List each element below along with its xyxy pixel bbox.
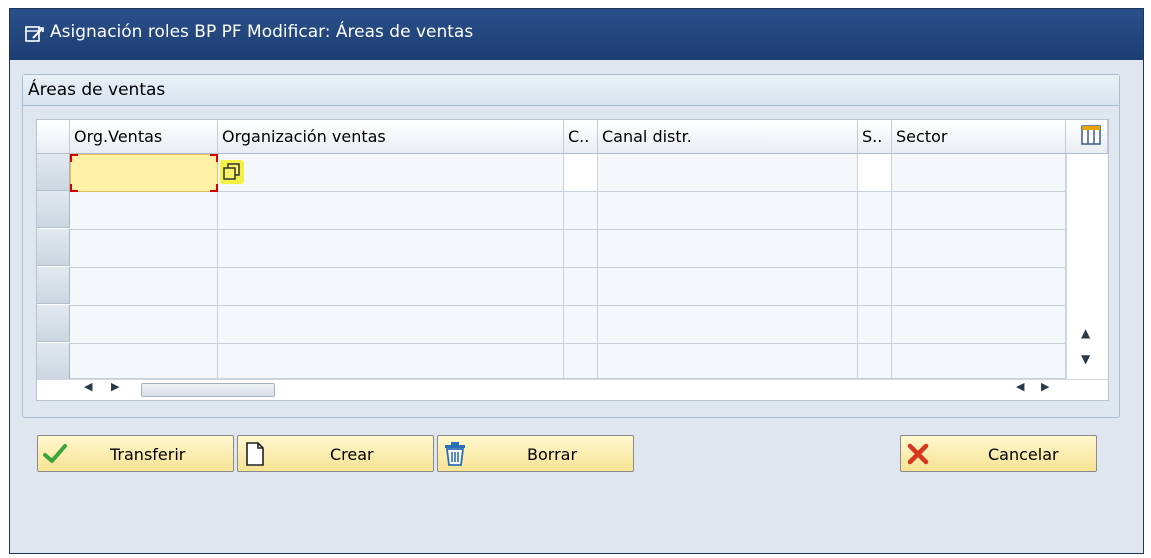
- table-cell[interactable]: [858, 230, 892, 268]
- table-cell[interactable]: [564, 192, 598, 230]
- select-all-header[interactable]: [37, 120, 70, 154]
- table-cell: [598, 154, 858, 192]
- table-cell: [218, 154, 564, 192]
- table-cell: [598, 192, 858, 230]
- table-cell[interactable]: [858, 306, 892, 344]
- transfer-button-label: Transferir: [110, 445, 186, 464]
- focus-corner: [210, 184, 218, 192]
- window-edit-icon: [25, 26, 44, 42]
- table-cell[interactable]: [70, 306, 218, 344]
- table-cell: [892, 306, 1066, 344]
- trash-icon: [445, 442, 465, 466]
- table-cell[interactable]: [858, 192, 892, 230]
- scroll-right-button[interactable]: ▶: [111, 380, 119, 400]
- focus-corner: [210, 154, 218, 162]
- column-header-label: Organización ventas: [222, 127, 386, 146]
- column-header-sector[interactable]: Sector: [892, 120, 1066, 154]
- c-input[interactable]: [564, 154, 598, 192]
- table-cell: [892, 230, 1066, 268]
- transfer-button[interactable]: Transferir: [37, 435, 234, 472]
- column-header-c[interactable]: C..: [564, 120, 598, 154]
- row-selector[interactable]: [37, 305, 70, 342]
- row-selector[interactable]: [37, 191, 70, 228]
- scroll-left-button[interactable]: ◀: [84, 380, 92, 400]
- row-selector[interactable]: [37, 343, 70, 380]
- table-cell: [892, 154, 1066, 192]
- sales-areas-table: Org.Ventas Organización ventas C.. Canal…: [36, 119, 1109, 401]
- table-cell: [598, 306, 858, 344]
- table-cell: [598, 344, 858, 379]
- column-header-label: Org.Ventas: [74, 127, 163, 146]
- table-cell: [892, 268, 1066, 306]
- create-button[interactable]: Crear: [237, 435, 434, 472]
- table-cell: [218, 268, 564, 306]
- table-cell[interactable]: [564, 268, 598, 306]
- column-header-org-ventas[interactable]: Org.Ventas: [70, 120, 218, 154]
- group-title: Áreas de ventas: [28, 80, 166, 100]
- column-header-organizacion-ventas[interactable]: Organización ventas: [218, 120, 564, 154]
- scroll-down-button[interactable]: ▼: [1081, 352, 1090, 366]
- table-cell: [892, 344, 1066, 379]
- focus-corner: [70, 154, 78, 162]
- dialog-window: Asignación roles BP PF Modificar: Áreas …: [9, 8, 1144, 554]
- delete-button[interactable]: Borrar: [437, 435, 634, 472]
- value-help-button[interactable]: [220, 160, 244, 184]
- org-ventas-input[interactable]: [70, 154, 218, 192]
- sales-areas-group: Áreas de ventas Org.Ventas Organización …: [22, 74, 1120, 418]
- title-bar: Asignación roles BP PF Modificar: Áreas …: [10, 9, 1143, 60]
- column-header-canal-distr[interactable]: Canal distr.: [598, 120, 858, 154]
- table-cell: [218, 192, 564, 230]
- table-cell: [218, 230, 564, 268]
- table-cell: [892, 192, 1066, 230]
- horizontal-scroll-thumb[interactable]: [141, 383, 275, 397]
- vertical-scrollbar[interactable]: ▲ ▼: [1066, 154, 1108, 379]
- table-cell[interactable]: [564, 344, 598, 379]
- cancel-x-icon: [907, 443, 929, 465]
- table-cell[interactable]: [564, 306, 598, 344]
- table-cell[interactable]: [70, 230, 218, 268]
- focus-corner: [70, 184, 78, 192]
- table-cell[interactable]: [70, 192, 218, 230]
- window-title: Asignación roles BP PF Modificar: Áreas …: [50, 22, 474, 42]
- table-cell[interactable]: [70, 344, 218, 379]
- table-cell: [598, 230, 858, 268]
- table-cell: [218, 344, 564, 379]
- row-selector[interactable]: [37, 267, 70, 304]
- value-help-icon: [223, 163, 240, 180]
- column-header-label: Canal distr.: [602, 127, 692, 146]
- column-header-s[interactable]: S..: [858, 120, 892, 154]
- s-input[interactable]: [858, 154, 892, 192]
- cancel-button[interactable]: Cancelar: [900, 435, 1097, 472]
- scroll-right-button-right-pane[interactable]: ▶: [1041, 380, 1049, 400]
- group-header: Áreas de ventas: [23, 75, 1119, 106]
- table-cell[interactable]: [70, 268, 218, 306]
- row-selector[interactable]: [37, 229, 70, 266]
- scroll-up-button[interactable]: ▲: [1081, 326, 1090, 340]
- row-selector[interactable]: [37, 154, 70, 191]
- column-header-label: S..: [862, 127, 883, 146]
- table-cell: [598, 268, 858, 306]
- cancel-button-label: Cancelar: [988, 445, 1059, 464]
- column-header-label: Sector: [896, 127, 948, 146]
- column-header-label: C..: [568, 127, 590, 146]
- scroll-left-button-right-pane[interactable]: ◀: [1016, 380, 1024, 400]
- checkmark-icon: [43, 444, 67, 463]
- table-cell: [218, 306, 564, 344]
- column-config-icon[interactable]: [1081, 125, 1101, 145]
- new-document-icon: [246, 442, 264, 466]
- delete-button-label: Borrar: [527, 445, 578, 464]
- table-cell[interactable]: [564, 230, 598, 268]
- create-button-label: Crear: [330, 445, 374, 464]
- column-config-header: [1066, 120, 1108, 154]
- table-cell[interactable]: [858, 344, 892, 379]
- table-cell[interactable]: [858, 268, 892, 306]
